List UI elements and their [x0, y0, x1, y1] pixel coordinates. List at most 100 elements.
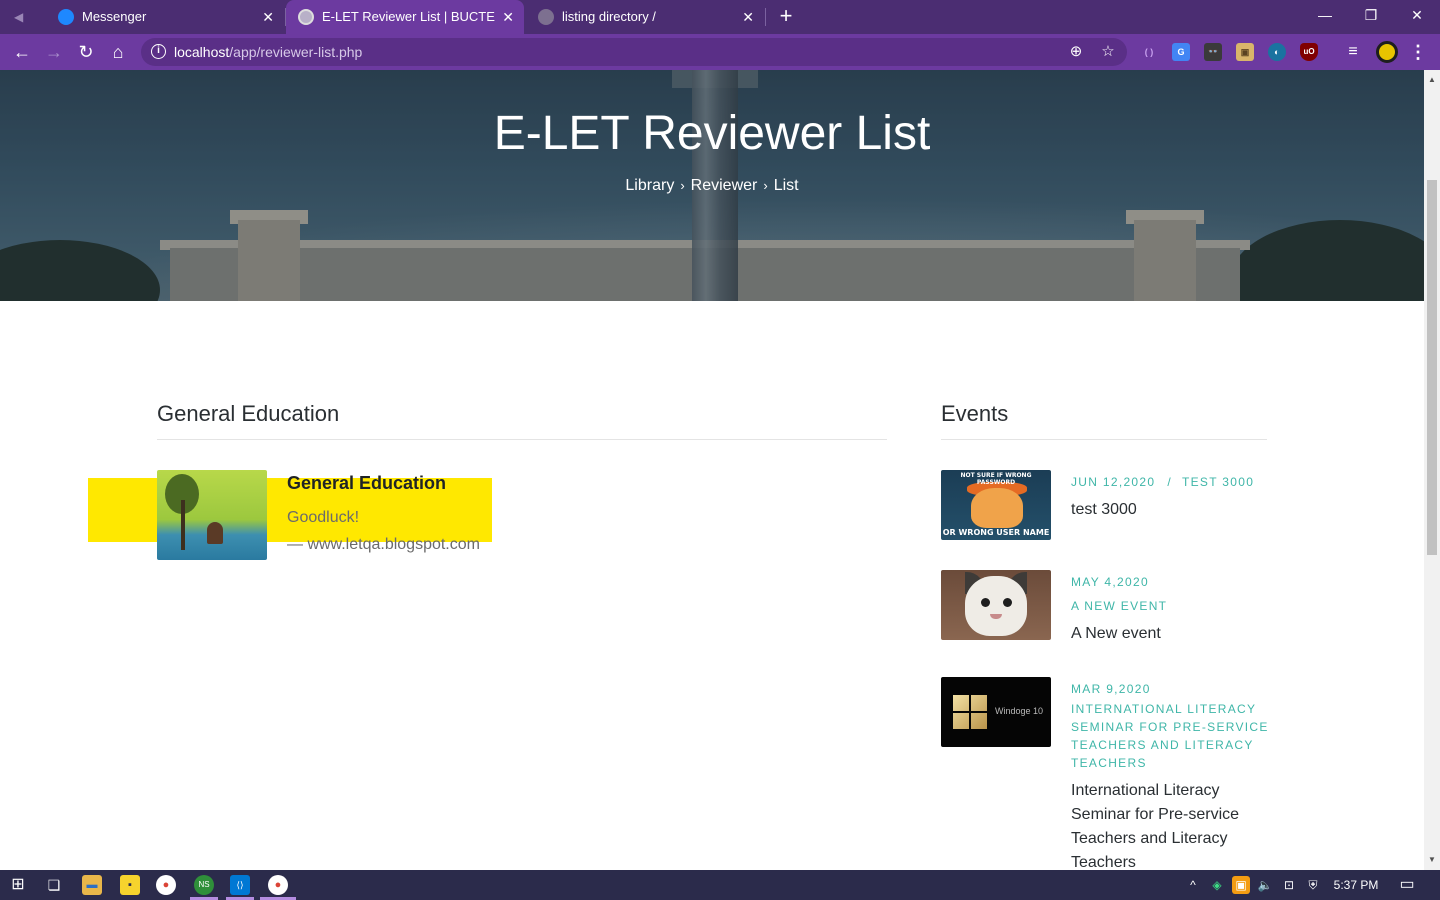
code-extension-icon[interactable]: ( ) — [1140, 43, 1158, 61]
show-hidden-icons-icon[interactable]: ^ — [1184, 876, 1202, 894]
post-description: Goodluck! — [287, 509, 360, 526]
meme-caption-top: NOT SURE IF WRONG PASSWORD — [960, 472, 1032, 486]
tab-title: listing directory / — [562, 9, 656, 24]
event-category[interactable]: INTERNATIONAL LITERACY SEMINAR FOR PRE-S… — [1071, 700, 1271, 772]
profile-avatar-icon[interactable] — [1376, 41, 1398, 63]
tab-close-icon[interactable]: ✕ — [262, 0, 274, 34]
sphere-extension-icon[interactable]: ◐ — [1268, 43, 1286, 61]
sticky-notes-icon[interactable]: ▪ — [120, 875, 140, 895]
windows-logo-divider — [953, 711, 987, 713]
meme-face-shape — [971, 488, 1023, 528]
post-thumbnail[interactable] — [157, 470, 267, 560]
cat-head-shape — [965, 576, 1027, 636]
vscode-icon[interactable]: ⟨⟩ — [230, 875, 250, 895]
restore-button[interactable]: ❐ — [1348, 0, 1394, 30]
event-date: JUN 12,2020 — [1071, 475, 1156, 489]
back-button[interactable]: ← — [10, 40, 34, 64]
tab-reviewer-list[interactable]: E-LET Reviewer List | BUCTE ✕ — [286, 0, 524, 34]
event-name[interactable]: A New event — [1071, 622, 1261, 646]
event-thumbnail[interactable]: NOT SURE IF WRONG PASSWORD OR WRONG USER… — [941, 470, 1051, 540]
page-title: E-LET Reviewer List — [493, 107, 931, 160]
spy-extension-icon[interactable]: 👓 — [1204, 43, 1222, 61]
event-name[interactable]: International Literacy Seminar for Pre-s… — [1071, 779, 1261, 870]
breadcrumb-library[interactable]: Library — [625, 177, 674, 194]
browser-tab-bar: ◀ Messenger ✕ E-LET Reviewer List | BUCT… — [0, 0, 1440, 34]
tray-app-icon[interactable]: ◈ — [1208, 876, 1226, 894]
playlist-extension-icon[interactable]: ≡ — [1344, 43, 1362, 61]
messenger-favicon-icon — [58, 9, 74, 25]
meme-caption-bottom: OR WRONG USER NAME — [942, 528, 1050, 537]
page-content: E-LET Reviewer List Library › Reviewer › Lis… — [0, 70, 1424, 870]
tab-listing-directory[interactable]: listing directory / ✕ — [526, 0, 764, 34]
scroll-down-icon[interactable]: ▼ — [1424, 852, 1440, 868]
event-meta: JUN 12,2020 / TEST 3000 — [1071, 473, 1281, 491]
breadcrumb: Library › Reviewer › List — [0, 176, 1424, 196]
event-name[interactable]: test 3000 — [1071, 498, 1261, 522]
ublock-extension-icon[interactable]: uO — [1300, 43, 1318, 61]
network-icon[interactable]: ⊡ — [1280, 876, 1298, 894]
home-button[interactable]: ⌂ — [106, 40, 130, 64]
scroll-up-icon[interactable]: ▲ — [1424, 72, 1440, 88]
reload-button[interactable]: ↻ — [74, 40, 98, 64]
scrollbar-thumb[interactable] — [1427, 180, 1437, 555]
url-text[interactable]: localhost/app/reviewer-list.php — [174, 38, 362, 66]
browser-toolbar: ← → ↻ ⌂ i localhost/app/reviewer-list.ph… — [0, 34, 1440, 70]
tab-title: E-LET Reviewer List | BUCTE — [322, 9, 495, 24]
translate-extension-icon[interactable]: G — [1172, 43, 1190, 61]
event-category[interactable]: TEST 3000 — [1182, 475, 1254, 489]
url-host: localhost — [174, 44, 230, 60]
minimize-button[interactable]: — — [1302, 0, 1348, 30]
bucte-favicon-icon — [298, 9, 314, 25]
person-shape — [207, 522, 223, 544]
breadcrumb-list: List — [773, 177, 799, 194]
browser-menu-icon[interactable]: ⋮ — [1409, 40, 1427, 64]
post-source: — www.letqa.blogspot.com — [287, 536, 480, 553]
page-scrollbar[interactable]: ▲ ▼ — [1424, 70, 1440, 870]
event-thumbnail[interactable]: Windoge 10 — [941, 677, 1051, 747]
cat-eye-shape — [1003, 598, 1012, 607]
start-icon[interactable]: ⊞ — [8, 875, 28, 895]
event-thumbnail[interactable] — [941, 570, 1051, 640]
file-explorer-icon[interactable]: ▬ — [82, 875, 102, 895]
tab-separator — [765, 8, 766, 26]
close-window-button[interactable]: ✕ — [1394, 0, 1440, 30]
section-divider — [157, 439, 887, 440]
address-bar[interactable]: i localhost/app/reviewer-list.php ⊕ ☆ — [141, 38, 1127, 66]
zoom-icon[interactable]: ⊕ — [1067, 43, 1085, 61]
box-extension-icon[interactable]: ▣ — [1236, 43, 1254, 61]
cat-eye-shape — [981, 598, 990, 607]
events-divider — [941, 439, 1267, 440]
tab-messenger[interactable]: Messenger ✕ — [46, 0, 284, 34]
event-date: MAR 9,2020 — [1071, 682, 1151, 696]
xampp-icon[interactable]: ▣ — [1232, 876, 1250, 894]
tab-close-icon[interactable]: ✕ — [742, 0, 754, 34]
url-path: /app/reviewer-list.php — [229, 44, 363, 60]
taskbar-clock[interactable]: 5:37 PM — [1320, 870, 1392, 900]
breadcrumb-reviewer[interactable]: Reviewer — [691, 177, 758, 194]
tab-audio-icon: ◀ — [14, 10, 24, 24]
events-title: Events — [941, 401, 1009, 426]
notification-icon[interactable]: ▭ — [1398, 876, 1416, 894]
windoge-caption: Windoge 10 — [995, 706, 1044, 716]
post-title[interactable]: General Education — [287, 472, 446, 494]
event-meta-separator: / — [1167, 475, 1172, 489]
chevron-right-icon: › — [763, 178, 768, 193]
globe-favicon-icon — [538, 9, 554, 25]
task-view-icon[interactable]: ❏ — [44, 875, 64, 895]
volume-icon[interactable]: 🔈 — [1256, 876, 1274, 894]
tab-title: Messenger — [82, 9, 147, 24]
forward-button[interactable]: → — [42, 40, 66, 64]
event-category[interactable]: A NEW EVENT — [1071, 597, 1271, 615]
windows-taskbar: ⊞ ❏ ▬ ▪ ● NS ⟨⟩ ● ^ ◈ ▣ 🔈 ⊡ ⛨ 5:37 PM ▭ — [0, 870, 1440, 900]
event-date: MAY 4,2020 — [1071, 575, 1149, 589]
new-tab-button[interactable]: + — [774, 0, 798, 34]
bookmark-star-icon[interactable]: ☆ — [1099, 43, 1117, 61]
chevron-right-icon: › — [680, 178, 685, 193]
section-title-general-education: General Education — [157, 401, 340, 426]
node-icon[interactable]: NS — [194, 875, 214, 895]
site-info-icon[interactable]: i — [151, 44, 166, 59]
chrome-active-icon[interactable]: ● — [268, 875, 288, 895]
tab-close-icon[interactable]: ✕ — [502, 0, 514, 34]
hero-banner: E-LET Reviewer List Library › Reviewer › Lis… — [0, 70, 1424, 301]
chrome-icon[interactable]: ● — [156, 875, 176, 895]
